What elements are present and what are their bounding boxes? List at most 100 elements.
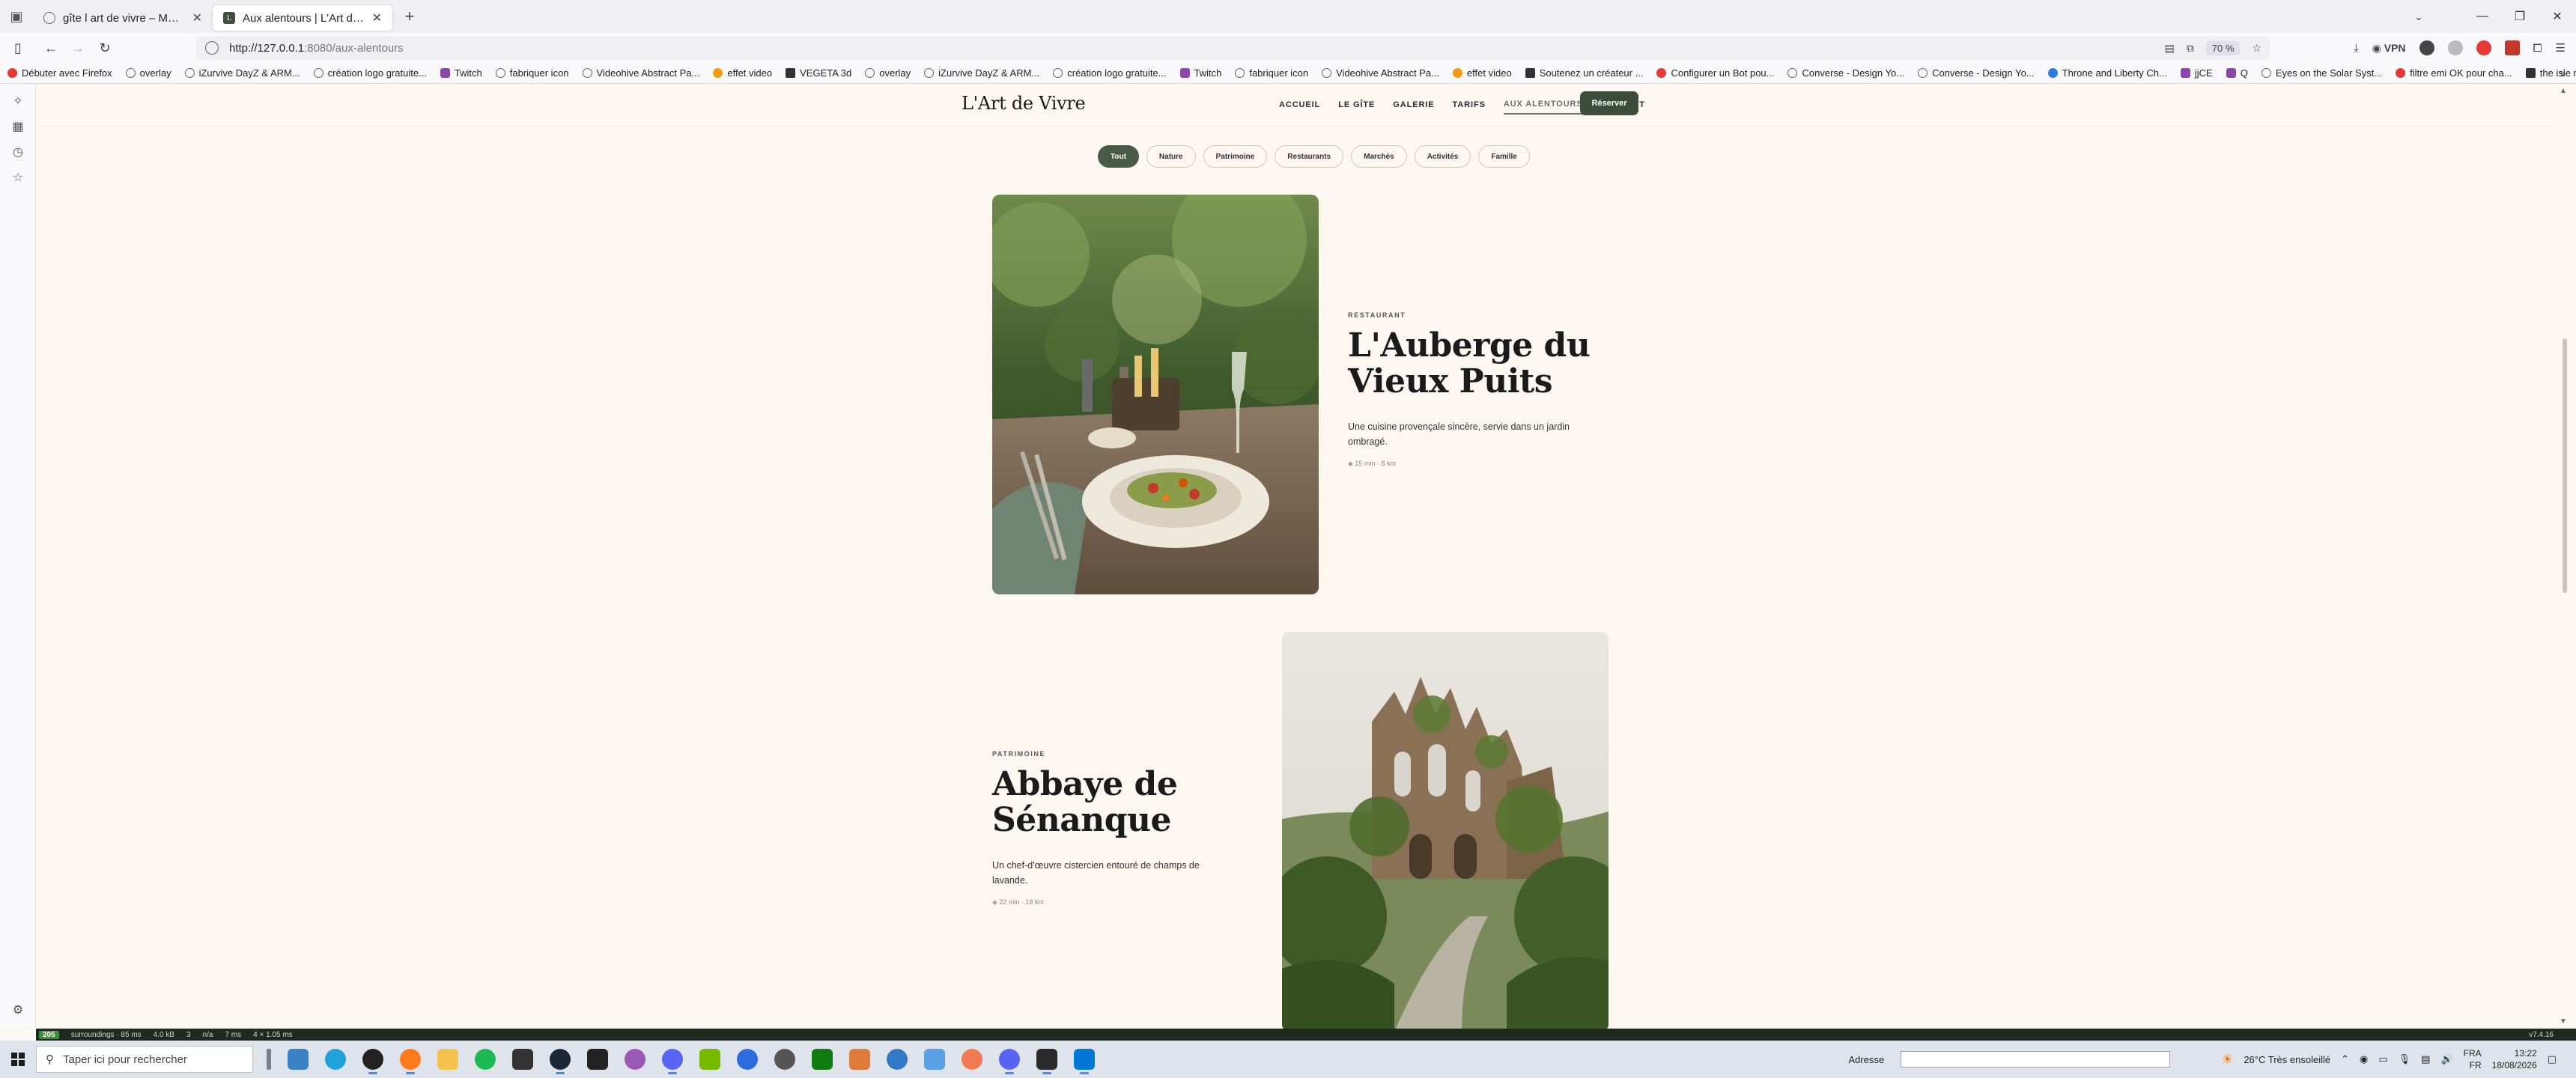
filter-restaurants[interactable]: Restaurants	[1275, 145, 1344, 168]
app-nvidia-icon[interactable]	[699, 1049, 720, 1070]
bookmark-item[interactable]: the isle map	[2525, 67, 2576, 79]
sidebar-toggle-icon[interactable]: ▯	[4, 34, 31, 61]
scroll-down-arrow-icon[interactable]: ▼	[2560, 1017, 2567, 1026]
card-2-title[interactable]: Abbaye de Sénanque	[992, 767, 1178, 838]
bookmark-item[interactable]: création logo gratuite...	[1053, 67, 1167, 79]
close-tab-icon[interactable]: ✕	[192, 10, 202, 25]
bookmark-item[interactable]: Soutenez un créateur ...	[1525, 67, 1643, 79]
app-xbox-icon[interactable]	[812, 1049, 833, 1070]
app-vscode-icon[interactable]	[1074, 1049, 1095, 1074]
bookmark-item[interactable]: Converse - Design Yo...	[1787, 67, 1904, 79]
extensions-icon[interactable]: ⧠	[2533, 42, 2542, 55]
app-edge-icon[interactable]	[325, 1049, 346, 1070]
address-toolbar-input[interactable]	[1901, 1051, 2171, 1068]
menu-galerie[interactable]: GALERIE	[1393, 96, 1434, 114]
app-steam-icon[interactable]	[550, 1049, 571, 1074]
extension-puzzle-icon[interactable]	[2504, 40, 2520, 55]
bookmark-item[interactable]: effet video	[1452, 67, 1512, 79]
browser-tab-1[interactable]: gîte l art de vivre – Met en scèn ✕	[33, 5, 213, 31]
scrollbar-thumb[interactable]	[2563, 338, 2567, 593]
filter-nature[interactable]: Nature	[1146, 145, 1196, 168]
bookmark-item[interactable]: effet video	[713, 67, 772, 79]
bookmark-item[interactable]: Twitch	[1179, 67, 1221, 79]
bookmark-item[interactable]: Converse - Design Yo...	[1918, 67, 2035, 79]
bookmark-item[interactable]: VEGETA 3d	[786, 67, 851, 79]
app-unity-icon[interactable]	[1036, 1049, 1057, 1074]
extension-grey-icon[interactable]	[2447, 40, 2463, 55]
ai-chat-icon[interactable]: ✧	[0, 88, 36, 114]
app-firefox-icon[interactable]	[400, 1049, 421, 1074]
minimize-button[interactable]: —	[2464, 0, 2501, 33]
tray-display-icon[interactable]: ▭	[2378, 1053, 2387, 1065]
menu-tarifs[interactable]: TARIFS	[1453, 96, 1486, 114]
filter-tout[interactable]: Tout	[1098, 145, 1139, 168]
app-terminal-icon[interactable]	[512, 1049, 533, 1070]
bookmark-item[interactable]: iZurvive DayZ & ARM...	[924, 67, 1039, 79]
app-epic-icon[interactable]	[587, 1049, 608, 1070]
bookmark-item[interactable]: fabriquer icon	[495, 67, 569, 79]
app-claude-icon[interactable]	[962, 1049, 982, 1070]
app-discord-2-icon[interactable]	[999, 1049, 1020, 1074]
menu-aux-alentours[interactable]: AUX ALENTOURS	[1503, 95, 1583, 115]
bookmark-item[interactable]: overlay	[865, 67, 911, 79]
reader-view-icon[interactable]: ▤	[2165, 42, 2175, 55]
reload-icon[interactable]: ↻	[91, 34, 118, 61]
picture-in-picture-icon[interactable]: ⧉	[2187, 42, 2194, 55]
forward-arrow-icon[interactable]: →	[64, 34, 91, 61]
tray-volume-icon[interactable]: 🔊	[2440, 1053, 2452, 1065]
taskbar-search[interactable]: ⚲ Taper ici pour rechercher	[36, 1046, 253, 1073]
app-chatgpt-icon[interactable]	[362, 1049, 383, 1074]
tray-network-icon[interactable]: ▤	[2421, 1053, 2430, 1065]
scroll-up-arrow-icon[interactable]: ▲	[2560, 87, 2567, 95]
tab-overview-icon[interactable]: ▣	[0, 0, 33, 33]
tray-chevron-up-icon[interactable]: ⌃	[2341, 1053, 2349, 1065]
site-info-icon[interactable]	[205, 41, 219, 55]
tray-steam-icon[interactable]: ◉	[2360, 1053, 2368, 1065]
bookmark-item[interactable]: Twitch	[440, 67, 482, 79]
filter-patrimoine[interactable]: Patrimoine	[1203, 145, 1268, 168]
new-tab-button[interactable]: +	[397, 4, 422, 29]
zoom-level[interactable]: 70 %	[2205, 40, 2241, 55]
bookmark-item[interactable]: création logo gratuite...	[313, 67, 427, 79]
bookmarks-icon[interactable]: ☆	[0, 165, 36, 190]
history-icon[interactable]: ◷	[0, 139, 36, 165]
bookmark-item[interactable]: Débuter avec Firefox	[7, 67, 112, 79]
close-window-button[interactable]: ✕	[2539, 0, 2576, 33]
tray-language[interactable]: FRA FR	[2464, 1047, 2482, 1071]
start-windows-icon[interactable]	[0, 1041, 36, 1078]
status-code-badge[interactable]: 205	[39, 1030, 59, 1039]
card-1-title[interactable]: L'Auberge du Vieux Puits	[1348, 328, 1591, 400]
settings-gear-icon[interactable]: ⚙	[0, 997, 36, 1023]
browser-tab-2[interactable]: L Aux alentours | L'Art de Vivre ✕	[213, 5, 392, 31]
app-blue-circle-icon[interactable]	[887, 1049, 908, 1070]
restaurant-photo[interactable]	[992, 195, 1319, 594]
app-discord-icon[interactable]	[662, 1049, 683, 1074]
url-bar[interactable]: http://127.0.0.1:8080/aux-alentours ▤ ⧉ …	[196, 36, 2270, 60]
back-arrow-icon[interactable]: ←	[37, 34, 64, 61]
bookmark-item[interactable]: Throne and Liberty Ch...	[2047, 67, 2167, 79]
bookmark-item[interactable]: iZurvive DayZ & ARM...	[184, 67, 300, 79]
app-figma-icon[interactable]	[924, 1049, 945, 1070]
tray-clock[interactable]: 13:22 18/08/2026	[2492, 1047, 2537, 1071]
bookmark-item[interactable]: Eyes on the Solar Syst...	[2261, 67, 2382, 79]
bookmark-item[interactable]: Videohive Abstract Pa...	[582, 67, 699, 79]
extension-dark-icon[interactable]	[2419, 40, 2434, 55]
notifications-icon[interactable]: ▢	[2548, 1053, 2557, 1065]
task-view-icon[interactable]	[267, 1049, 271, 1070]
bookmarks-overflow-icon[interactable]: »	[2560, 67, 2566, 79]
bookmark-item[interactable]: Configurer un Bot pou...	[1656, 67, 1774, 79]
app-github-icon[interactable]	[774, 1049, 795, 1070]
vpn-button[interactable]: ◉ VPN	[2372, 42, 2406, 55]
maximize-button[interactable]: ❐	[2501, 0, 2539, 33]
app-blender-icon[interactable]	[849, 1049, 870, 1070]
weather-text[interactable]: 26°C Très ensoleillé	[2244, 1054, 2330, 1065]
reserve-button[interactable]: Réserver	[1580, 91, 1638, 115]
bookmark-item[interactable]: jjCE	[2180, 67, 2213, 79]
tray-mic-icon[interactable]: 🎙	[2399, 1053, 2411, 1065]
extension-red-icon[interactable]	[2476, 40, 2491, 55]
menu-accueil[interactable]: ACCUEIL	[1279, 96, 1320, 114]
bookmark-star-icon[interactable]: ☆	[2252, 42, 2261, 55]
filter-famille[interactable]: Famille	[1478, 145, 1530, 168]
bookmark-item[interactable]: Videohive Abstract Pa...	[1322, 67, 1439, 79]
bookmark-item[interactable]: Q	[2226, 67, 2248, 79]
